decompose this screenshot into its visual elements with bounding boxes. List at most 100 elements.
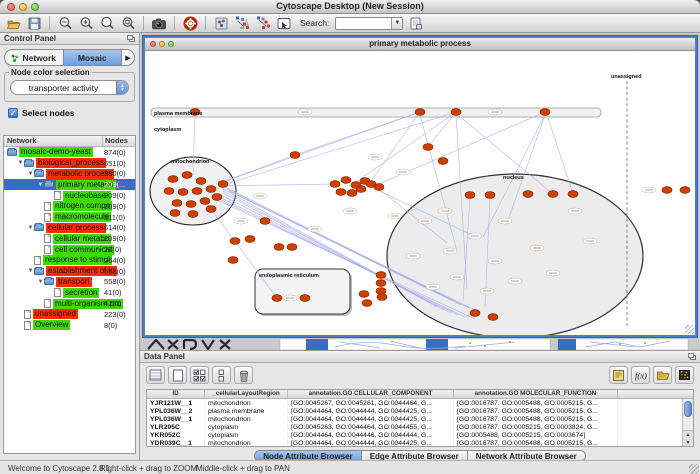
table-row[interactable]: YDR039C__1mitochondrion[GO:0044464, GO:0…	[147, 439, 693, 447]
network-node[interactable]	[465, 192, 475, 199]
search-options-icon[interactable]	[406, 15, 424, 31]
open-file-icon[interactable]	[4, 15, 22, 31]
zoom-out-icon[interactable]	[56, 15, 74, 31]
tree-row[interactable]: nitrogen compo209(0)	[4, 201, 135, 212]
tree-row[interactable]: nucleobase-209(0)	[4, 190, 135, 201]
select-attributes-icon[interactable]	[190, 366, 209, 384]
table-row[interactable]: YKR052Ccytoplasm[GO:0044464, GO:0044446,…	[147, 431, 693, 439]
network-node[interactable]	[568, 191, 578, 198]
snapshot-icon[interactable]	[150, 15, 168, 31]
scrollbar-thumb[interactable]	[684, 401, 692, 417]
network-node[interactable]	[245, 236, 255, 243]
network-node[interactable]	[423, 144, 433, 151]
network-node[interactable]	[300, 295, 310, 302]
network-view-window[interactable]: primary metabolic process plasma membran…	[143, 36, 697, 337]
tree-row[interactable]: cellular metabo209(0)	[4, 233, 135, 244]
unselect-attributes-icon[interactable]	[212, 366, 231, 384]
annotation-icon[interactable]	[275, 15, 293, 31]
import-attributes-icon[interactable]	[653, 366, 672, 384]
network-edge[interactable]	[371, 112, 420, 181]
network-edge[interactable]	[225, 155, 295, 181]
search-dropdown-icon[interactable]: ▼	[391, 18, 402, 29]
tree-row[interactable]: multi-organism pro42(0)	[4, 298, 135, 309]
network-node[interactable]	[415, 109, 425, 116]
notes-icon[interactable]	[609, 366, 628, 384]
network-node[interactable]	[186, 201, 196, 208]
tree-row[interactable]: mosaic-demo-yeast874(0)	[4, 147, 135, 158]
network-node[interactable]	[341, 177, 351, 184]
network-node[interactable]	[356, 186, 366, 193]
network-node[interactable]	[377, 294, 387, 301]
network-node[interactable]	[172, 200, 182, 207]
search-input[interactable]: ▼	[335, 17, 403, 30]
float-panel-icon[interactable]	[127, 35, 136, 43]
zoom-fit-icon[interactable]	[98, 15, 116, 31]
network-edge[interactable]	[220, 184, 335, 186]
network-node[interactable]	[485, 192, 495, 199]
network-node[interactable]	[170, 210, 180, 217]
network-node[interactable]	[218, 181, 228, 188]
network-node[interactable]	[188, 211, 198, 218]
network-node[interactable]	[488, 314, 498, 321]
network-node[interactable]	[336, 189, 346, 196]
network-node[interactable]	[290, 152, 300, 159]
expand-arrow-icon[interactable]: ▼	[37, 182, 44, 188]
float-data-panel-icon[interactable]	[688, 353, 697, 361]
network-node[interactable]	[228, 257, 238, 264]
network-node[interactable]	[200, 198, 210, 205]
network-node[interactable]	[347, 190, 357, 197]
network-node[interactable]	[182, 172, 192, 179]
network-node[interactable]	[540, 109, 550, 116]
network-node[interactable]	[206, 186, 216, 193]
table-row[interactable]: YLR295Ccytoplasm[GO:0045263, GO:0044464,…	[147, 423, 693, 431]
table-row[interactable]: YPL036W__1mitochondrion[GO:0044464, GO:0…	[147, 415, 693, 423]
network-node[interactable]	[168, 176, 178, 183]
network-view-titlebar[interactable]: primary metabolic process	[145, 38, 695, 51]
network-node[interactable]	[470, 310, 480, 317]
network-edge[interactable]	[295, 112, 420, 155]
scrollbar-arrows[interactable]: ▲▼	[683, 430, 693, 446]
network-node[interactable]	[272, 295, 282, 302]
tree-row[interactable]: ▼cellular process614(0)	[4, 223, 135, 234]
network-node[interactable]	[451, 109, 461, 116]
network-canvas[interactable]: plasma membranecytoplasmmitochondrionnuc…	[145, 51, 695, 335]
vizmapper-icon[interactable]	[212, 15, 230, 31]
new-attribute-icon[interactable]	[168, 366, 187, 384]
tab-overflow-button[interactable]: ▶	[121, 50, 134, 65]
network-node[interactable]	[680, 187, 690, 194]
table-scrollbar[interactable]: ▲▼	[682, 399, 693, 446]
table-row[interactable]: YPL036W__2plasma membrane[GO:0044464, GO…	[147, 407, 693, 415]
network-node[interactable]	[164, 188, 174, 195]
network-node[interactable]	[438, 158, 448, 165]
tree-row[interactable]: unassigned223(0)	[4, 309, 135, 320]
tree-row[interactable]: ▼metabolic process280(0)	[4, 169, 135, 180]
node-color-dropdown[interactable]: transporter activity ▲▼	[10, 80, 129, 95]
tab-network[interactable]: Network	[5, 50, 63, 65]
tree-row[interactable]: ▼establishment of lo558(0)	[4, 266, 135, 277]
function-builder-icon[interactable]: f(x)	[631, 366, 650, 384]
network-node[interactable]	[330, 181, 340, 188]
table-column-header[interactable]: _cellularLayoutRegion	[205, 390, 288, 398]
network-node[interactable]	[178, 189, 188, 196]
tree-row[interactable]: secretion41(0)	[4, 287, 135, 298]
window-titlebar[interactable]: Cytoscape Desktop (New Session)	[0, 0, 700, 14]
heatmap-icon[interactable]	[675, 366, 694, 384]
network-node[interactable]	[662, 187, 672, 194]
table-column-header[interactable]: annotation.GO MOLECULAR_FUNCTION	[454, 390, 618, 398]
tab-mosaic[interactable]: Mosaic	[63, 50, 122, 65]
tree-row[interactable]: ▼primary metabo209(...	[4, 179, 135, 190]
network-node[interactable]	[362, 300, 372, 307]
table-icon[interactable]	[146, 366, 165, 384]
layout-b-icon[interactable]	[254, 15, 272, 31]
table-row[interactable]: YJR121W__1mitochondrion[GO:0045267, GO:0…	[147, 399, 693, 407]
network-node[interactable]	[287, 244, 297, 251]
network-node[interactable]	[359, 291, 369, 298]
network-node[interactable]	[196, 178, 206, 185]
zoom-selected-icon[interactable]	[119, 15, 137, 31]
zoom-in-icon[interactable]	[77, 15, 95, 31]
expand-arrow-icon[interactable]: ▼	[17, 160, 24, 166]
layout-a-icon[interactable]	[233, 15, 251, 31]
network-node[interactable]	[523, 191, 533, 198]
network-node[interactable]	[376, 280, 386, 287]
frame-resize-grip[interactable]	[685, 325, 694, 334]
